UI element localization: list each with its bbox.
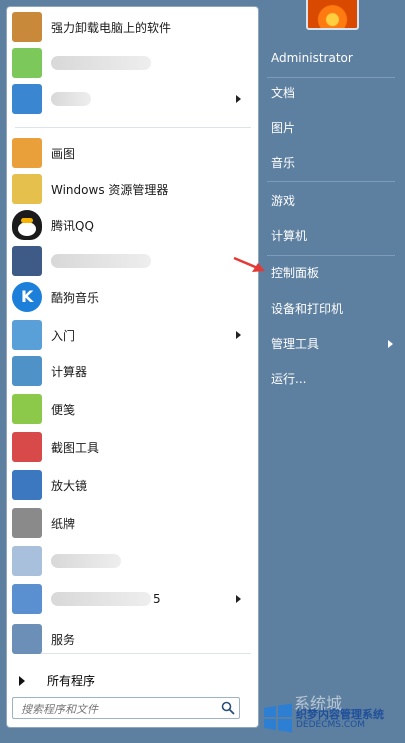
- program-item-label: 便笺: [51, 402, 76, 417]
- program-item-label: 入门: [51, 328, 76, 343]
- search-icon[interactable]: [221, 701, 235, 715]
- place-item[interactable]: Administrator: [263, 45, 399, 71]
- program-item[interactable]: 入门: [10, 317, 255, 353]
- user-avatar[interactable]: [306, 0, 359, 30]
- blurred-app-icon: [12, 546, 42, 576]
- program-item[interactable]: 5: [10, 581, 255, 617]
- place-item[interactable]: 控制面板: [263, 260, 399, 286]
- blurred-app-icon: [12, 584, 42, 614]
- chevron-right-icon: [236, 331, 241, 339]
- blurred-app-icon: [12, 48, 42, 78]
- program-item-label: 截图工具: [51, 440, 100, 455]
- separator: [267, 181, 395, 182]
- program-item[interactable]: 放大镜: [10, 467, 255, 503]
- place-item[interactable]: 管理工具: [263, 331, 399, 357]
- all-programs-label: 所有程序: [47, 674, 96, 688]
- program-item-label: 强力卸载电脑上的软件: [51, 20, 172, 35]
- getting-started-icon: [12, 320, 42, 350]
- place-item-label: 设备和打印机: [271, 302, 344, 316]
- program-item[interactable]: K 酷狗音乐: [10, 279, 255, 315]
- snipping-tool-icon: [12, 432, 42, 462]
- separator: [267, 255, 395, 256]
- place-item-label: 图片: [271, 121, 296, 135]
- blurred-app-icon: [12, 246, 42, 276]
- chevron-right-icon: [236, 595, 241, 603]
- blurred-label: [51, 554, 121, 568]
- program-item-label: Windows 资源管理器: [51, 182, 169, 197]
- explorer-folder-icon: [12, 174, 42, 204]
- blurred-label: [51, 592, 151, 606]
- sticky-notes-icon: [12, 394, 42, 424]
- chevron-right-icon: [236, 95, 241, 103]
- program-item-label: 酷狗音乐: [51, 290, 100, 305]
- blurred-label: [51, 56, 151, 70]
- program-item[interactable]: [10, 243, 255, 279]
- services-gear-icon: [12, 624, 42, 654]
- chevron-right-icon: [388, 340, 393, 348]
- blurred-label: [51, 254, 151, 268]
- windows-logo-icon: [264, 703, 292, 733]
- program-item[interactable]: 截图工具: [10, 429, 255, 465]
- blurred-label: [51, 92, 91, 106]
- place-item-label: 文档: [271, 86, 296, 100]
- place-item-label: Administrator: [271, 51, 353, 65]
- solitaire-icon: [12, 508, 42, 538]
- blurred-app-icon: [12, 84, 42, 114]
- place-item-label: 计算机: [271, 229, 308, 243]
- place-item[interactable]: 游戏: [263, 188, 399, 214]
- place-item[interactable]: 图片: [263, 115, 399, 141]
- program-item-label: 画图: [51, 146, 76, 161]
- kugou-icon: K: [12, 282, 42, 312]
- program-item[interactable]: 计算器: [10, 353, 255, 389]
- program-item-label: 5: [153, 592, 161, 606]
- all-programs-button[interactable]: 所有程序: [7, 664, 258, 694]
- place-item[interactable]: 设备和打印机: [263, 296, 399, 322]
- place-item-label: 管理工具: [271, 337, 320, 351]
- qq-penguin-icon: [12, 210, 42, 240]
- magnifier-icon: [12, 470, 42, 500]
- program-item[interactable]: 画图: [10, 135, 255, 171]
- search-box[interactable]: [12, 697, 240, 719]
- chevron-right-icon: [19, 676, 25, 686]
- program-item[interactable]: 强力卸载电脑上的软件: [10, 9, 255, 45]
- watermark-subtitle: DEDECMS.COM: [296, 720, 365, 730]
- place-item[interactable]: 运行...: [263, 366, 399, 392]
- search-input[interactable]: [19, 700, 213, 718]
- start-menu-places-pane: Administrator 文档图片音乐游戏计算机控制面板设备和打印机 管理工具运行…: [259, 0, 405, 743]
- program-item[interactable]: Windows 资源管理器: [10, 171, 255, 207]
- start-menu-programs-pane: 所有程序 强力卸载电脑上的软件 画图 Windows 资源管理器 腾讯QQ K 酷狗音乐入…: [6, 6, 259, 728]
- program-item-label: 纸牌: [51, 516, 76, 531]
- place-item[interactable]: 计算机: [263, 223, 399, 249]
- place-item[interactable]: 音乐: [263, 150, 399, 176]
- uninstall-icon: [12, 12, 42, 42]
- separator: [15, 127, 251, 128]
- program-item[interactable]: [10, 81, 255, 117]
- program-item-label: 服务: [51, 632, 76, 647]
- place-item-label: 控制面板: [271, 266, 320, 280]
- paint-icon: [12, 138, 42, 168]
- place-item[interactable]: 文档: [263, 80, 399, 106]
- program-item-label: 腾讯QQ: [51, 218, 94, 233]
- program-item[interactable]: 便笺: [10, 391, 255, 427]
- watermark: 系统城 织梦内容管理系统 DEDECMS.COM: [262, 690, 402, 740]
- separator: [267, 77, 395, 78]
- place-item-label: 游戏: [271, 194, 296, 208]
- place-item-label: 运行...: [271, 372, 307, 386]
- calculator-icon: [12, 356, 42, 386]
- red-pointer-arrow-icon: [233, 256, 265, 272]
- program-item-label: 计算器: [51, 364, 88, 379]
- program-item[interactable]: 服务: [10, 621, 255, 657]
- program-item[interactable]: 腾讯QQ: [10, 207, 255, 243]
- program-item[interactable]: 纸牌: [10, 505, 255, 541]
- program-item-label: 放大镜: [51, 478, 88, 493]
- place-item-label: 音乐: [271, 156, 296, 170]
- program-item[interactable]: [10, 543, 255, 579]
- program-item[interactable]: [10, 45, 255, 81]
